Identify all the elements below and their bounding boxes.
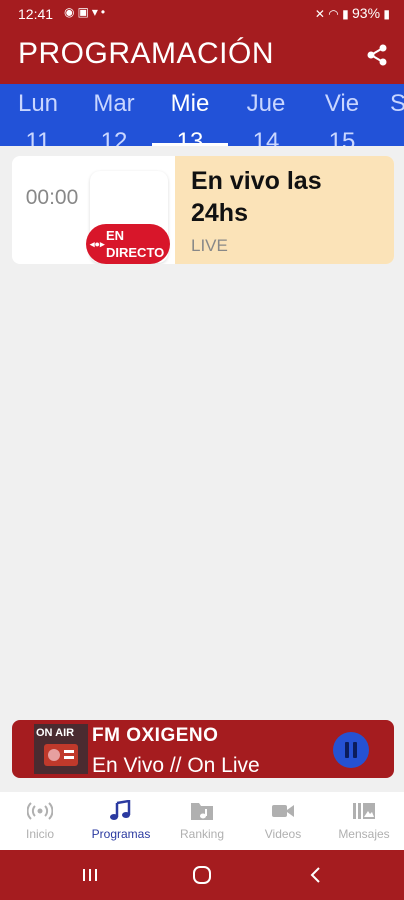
live-badge: ◂●▸ EN DIRECTO	[86, 224, 170, 264]
program-tag: LIVE	[191, 236, 228, 255]
nav-label: Programas	[91, 827, 151, 841]
tab-mie[interactable]: Mie 13	[152, 84, 228, 146]
station-subtitle: En Vivo // On Live	[92, 754, 260, 777]
station-name: FM OXIGENO	[92, 725, 219, 746]
share-icon	[367, 44, 387, 66]
tab-day-name: Jue	[246, 90, 286, 117]
music-folder-icon	[191, 803, 213, 820]
battery-level: 93%	[352, 5, 381, 21]
status-bar: 12:41 ◉▣▾• ✕ ◠ ▮ 93% ▮	[0, 0, 404, 30]
program-title: En vivo las 24hs	[191, 167, 322, 227]
music-note-icon	[110, 800, 131, 820]
station-artwork: ON AIR	[34, 724, 88, 774]
nav-ranking[interactable]: Ranking	[162, 792, 242, 850]
nav-label: Inicio	[25, 827, 54, 841]
nav-programas[interactable]: Programas	[81, 792, 161, 850]
tab-day-name: Mar	[93, 90, 135, 117]
gallery-icon	[353, 803, 375, 819]
wifi-icon: ◠	[328, 7, 339, 21]
program-time: 00:00	[25, 186, 79, 209]
nav-inicio[interactable]: Inicio	[0, 792, 80, 850]
cast-icon: ▾	[91, 5, 101, 19]
home-icon[interactable]	[190, 864, 214, 886]
app-bar: PROGRAMACIÓN	[0, 30, 404, 84]
tab-indicator	[152, 143, 228, 146]
tab-day-name: Vie	[324, 90, 360, 117]
nav-videos[interactable]: Videos	[243, 792, 323, 850]
program-card[interactable]: 00:00 ◂●▸ EN DIRECTO En vivo las 24hs LI…	[12, 156, 394, 264]
mute-icon: ✕	[314, 7, 325, 21]
tab-day-number: 12	[100, 128, 128, 146]
back-icon[interactable]	[304, 864, 328, 886]
tab-day-name: Mie	[170, 90, 210, 117]
status-system-icons: ✕ ◠ ▮ 93% ▮	[315, 5, 390, 21]
nav-label: Videos	[264, 827, 302, 841]
day-tabs: Lun 11 Mar 12 Mie 13 Jue 14 Vie 15 S	[0, 84, 404, 146]
page-title: PROGRAMACIÓN	[18, 37, 275, 70]
nav-label: Ranking	[179, 827, 225, 841]
tab-sab[interactable]: S	[380, 84, 404, 146]
tab-day-name: Lun	[17, 90, 59, 117]
tab-lun[interactable]: Lun 11	[0, 84, 76, 146]
pause-button[interactable]	[333, 732, 369, 768]
system-nav-bar	[0, 850, 404, 900]
signal-icon: ▮	[342, 7, 349, 21]
nav-mensajes[interactable]: Mensajes	[324, 792, 404, 850]
live-badge-label: EN DIRECTO	[106, 228, 165, 260]
nav-label: Mensajes	[338, 827, 390, 841]
gallery-icon: ▣	[77, 5, 92, 19]
status-time: 12:41	[18, 6, 54, 22]
tab-day-number: 14	[252, 128, 280, 146]
tab-jue[interactable]: Jue 14	[228, 84, 304, 146]
tab-mar[interactable]: Mar 12	[76, 84, 152, 146]
whatsapp-icon: ◉	[64, 5, 78, 19]
radio-icon	[27, 802, 53, 820]
bottom-nav: Inicio Programas Ranking Videos Mensajes	[0, 792, 404, 850]
tab-vie[interactable]: Vie 15	[304, 84, 380, 146]
status-notification-icons: ◉▣▾•	[64, 5, 108, 19]
program-info: En vivo las 24hs LIVE	[175, 156, 394, 264]
mini-player[interactable]: ON AIR FM OXIGENO En Vivo // On Live	[12, 720, 394, 778]
share-button[interactable]	[362, 40, 392, 70]
tab-day-number: 15	[328, 128, 356, 146]
video-camera-icon	[272, 805, 294, 817]
recent-apps-icon[interactable]	[78, 864, 102, 886]
dot-icon: •	[100, 5, 109, 19]
tab-day-name: S	[390, 90, 404, 117]
radio-artwork-icon	[44, 744, 78, 766]
tab-day-number: 11	[25, 128, 51, 146]
battery-icon: ▮	[383, 7, 390, 21]
broadcast-icon: ◂●▸	[90, 239, 105, 249]
